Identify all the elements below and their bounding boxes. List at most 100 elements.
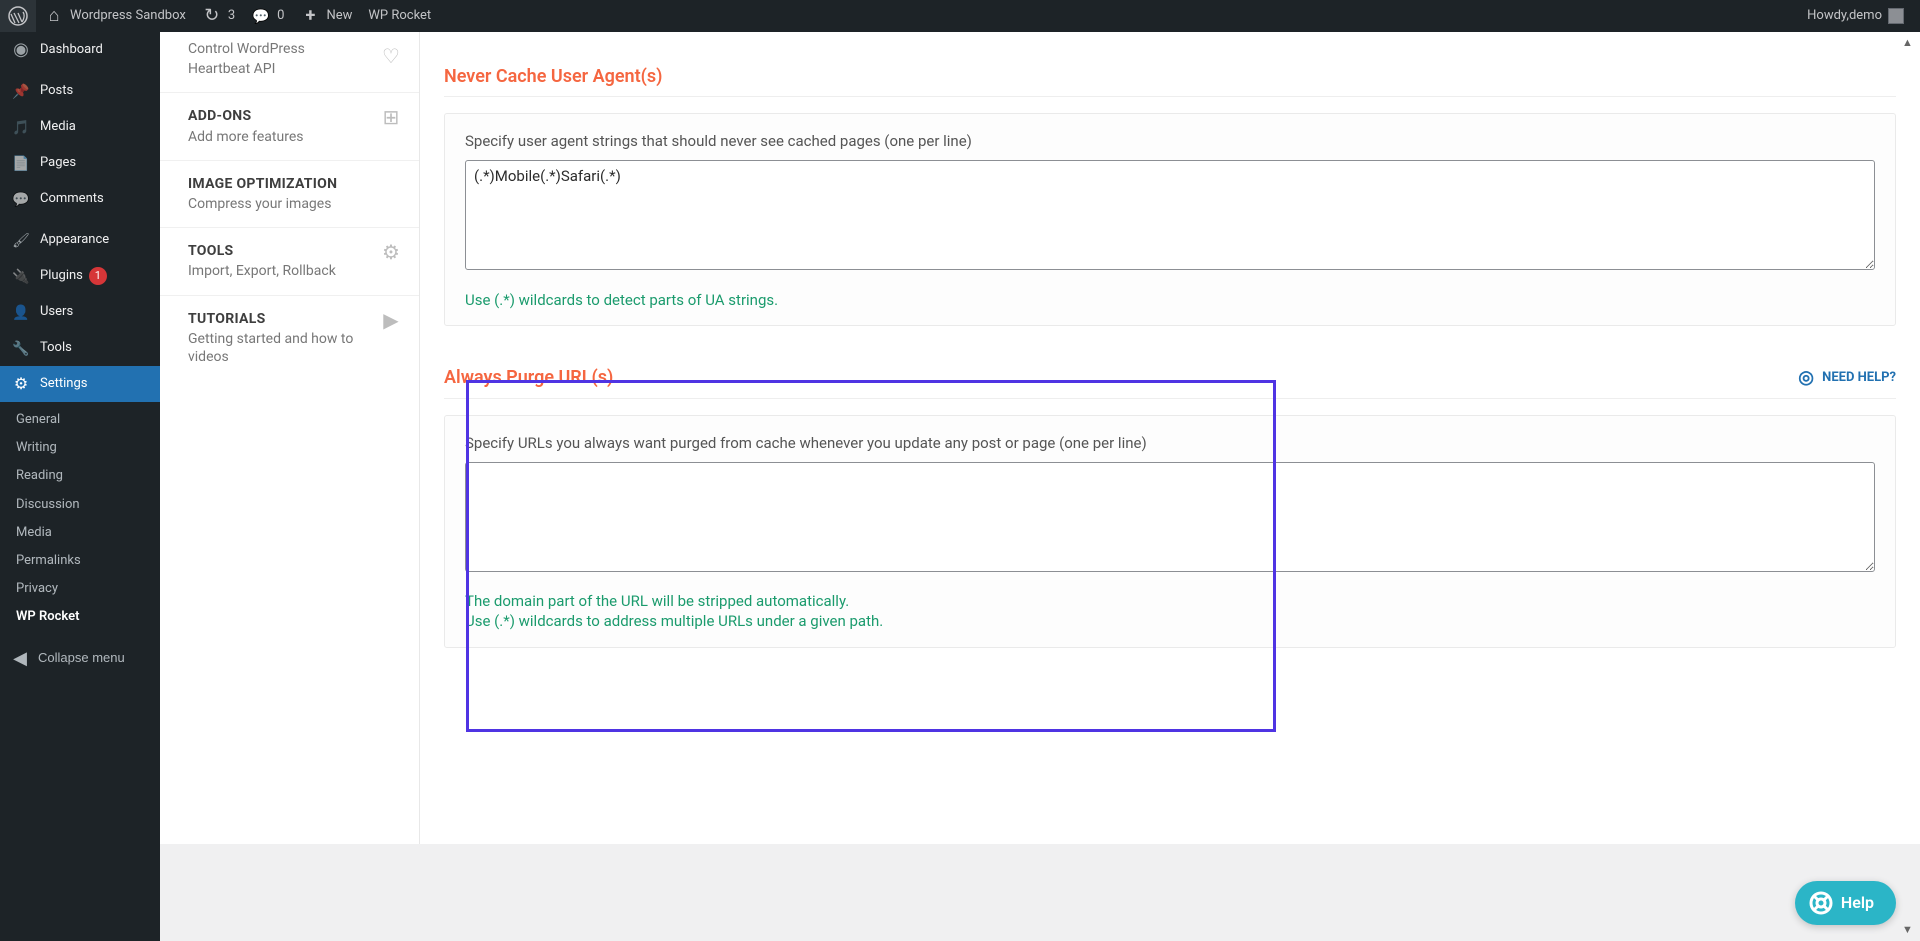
help-circle-icon (1796, 368, 1816, 388)
adminbar-site-link[interactable]: Wordpress Sandbox (36, 0, 194, 32)
wpr-tab-desc2: Heartbeat API (188, 60, 373, 78)
submenu-permalinks[interactable]: Permalinks (0, 547, 160, 575)
adminbar-site-title: Wordpress Sandbox (70, 7, 186, 25)
section-never-cache-ua: Never Cache User Agent(s) Specify user a… (444, 62, 1896, 326)
submenu-discussion[interactable]: Discussion (0, 491, 160, 519)
section-heading-ua-label: Never Cache User Agent(s) (444, 68, 662, 86)
purge-textarea[interactable] (465, 462, 1875, 572)
tools-icon (10, 338, 32, 358)
submenu-privacy[interactable]: Privacy (0, 575, 160, 603)
menu-appearance[interactable]: Appearance (0, 222, 160, 258)
need-help-label: NEED HELP? (1822, 369, 1896, 387)
wpr-tab-desc: Compress your images (188, 195, 373, 213)
menu-tools-label: Tools (40, 339, 72, 357)
video-icon (381, 310, 401, 330)
wpr-tab-desc: Add more features (188, 128, 373, 146)
menu-media-label: Media (40, 118, 76, 136)
gear-icon (381, 242, 401, 262)
menu-appearance-label: Appearance (40, 231, 109, 249)
field-block-ua: Specify user agent strings that should n… (444, 113, 1896, 326)
home-icon (44, 6, 64, 26)
submenu-media[interactable]: Media (0, 519, 160, 547)
menu-tools[interactable]: Tools (0, 330, 160, 366)
help-floating-button[interactable]: Help (1795, 881, 1896, 925)
menu-settings[interactable]: Settings (0, 366, 160, 402)
wordpress-logo-icon (8, 6, 28, 26)
purge-field-label: Specify URLs you always want purged from… (465, 434, 1875, 452)
section-always-purge: Always Purge URL(s) NEED HELP? Specify U… (444, 362, 1896, 648)
adminbar-wprocket-label: WP Rocket (368, 7, 431, 25)
field-block-purge: Specify URLs you always want purged from… (444, 415, 1896, 648)
menu-users[interactable]: Users (0, 294, 160, 330)
wpr-tab-addons[interactable]: ADD-ONS Add more features (160, 93, 419, 160)
life-ring-icon (1809, 891, 1833, 915)
avatar (1888, 8, 1904, 24)
comments-icon (10, 189, 32, 209)
menu-posts[interactable]: Posts (0, 73, 160, 109)
adminbar-howdy-prefix: Howdy, (1807, 7, 1849, 25)
wprocket-main: Never Cache User Agent(s) Specify user a… (420, 32, 1920, 844)
adminbar-updates-count: 3 (228, 7, 235, 25)
collapse-icon (10, 648, 30, 668)
wpr-tab-title: TUTORIALS (188, 310, 373, 328)
submenu-reading[interactable]: Reading (0, 462, 160, 490)
appearance-icon (10, 230, 32, 250)
section-heading-purge: Always Purge URL(s) NEED HELP? (444, 362, 1896, 399)
refresh-icon (202, 6, 222, 26)
collapse-menu-button[interactable]: Collapse menu (0, 640, 160, 676)
submenu-general[interactable]: General (0, 406, 160, 434)
submenu-writing[interactable]: Writing (0, 434, 160, 462)
menu-dashboard-label: Dashboard (40, 41, 103, 59)
wpr-tab-title: TOOLS (188, 242, 373, 260)
wpr-tab-tools[interactable]: TOOLS Import, Export, Rollback (160, 228, 419, 295)
users-icon (10, 302, 32, 322)
menu-media[interactable]: Media (0, 109, 160, 145)
menu-pages[interactable]: Pages (0, 145, 160, 181)
media-icon (10, 117, 32, 137)
content-scroll-viewport[interactable]: Control WordPress Heartbeat API ADD-ONS … (160, 32, 1920, 941)
menu-plugins[interactable]: Plugins 1 (0, 258, 160, 294)
dashboard-icon (10, 40, 32, 60)
section-heading-ua: Never Cache User Agent(s) (444, 62, 1896, 97)
plugins-icon (10, 266, 32, 286)
adminbar-wp-logo[interactable] (0, 0, 36, 32)
wpr-tab-tutorials[interactable]: TUTORIALS Getting started and how to vid… (160, 296, 419, 381)
purge-hint-2: Use (.*) wildcards to address multiple U… (465, 612, 1875, 630)
comment-icon (251, 6, 271, 26)
ua-textarea[interactable] (465, 160, 1875, 270)
menu-plugins-badge: 1 (89, 267, 107, 285)
wpr-tab-heartbeat[interactable]: Control WordPress Heartbeat API (160, 32, 419, 93)
adminbar-updates[interactable]: 3 (194, 0, 243, 32)
ua-field-label: Specify user agent strings that should n… (465, 132, 1875, 150)
menu-dashboard[interactable]: Dashboard (0, 32, 160, 68)
menu-pages-label: Pages (40, 154, 76, 172)
menu-settings-submenu: General Writing Reading Discussion Media… (0, 402, 160, 640)
submenu-wp-rocket[interactable]: WP Rocket (0, 603, 160, 631)
menu-plugins-label: Plugins (40, 267, 83, 285)
menu-comments[interactable]: Comments (0, 181, 160, 217)
menu-settings-label: Settings (40, 375, 87, 393)
wprocket-sidebar: Control WordPress Heartbeat API ADD-ONS … (160, 32, 420, 844)
collapse-menu-label: Collapse menu (38, 650, 125, 665)
heart-icon (381, 46, 401, 66)
purge-hint-1: The domain part of the URL will be strip… (465, 592, 1875, 610)
plus-icon (300, 6, 320, 26)
wpr-tab-desc: Import, Export, Rollback (188, 262, 373, 280)
settings-icon (10, 374, 32, 394)
adminbar-howdy-user: demo (1849, 7, 1882, 25)
pages-icon (10, 153, 32, 173)
menu-posts-label: Posts (40, 82, 73, 100)
adminbar-comments[interactable]: 0 (243, 0, 292, 32)
admin-menu: Dashboard Posts Media Pages Comments App… (0, 32, 160, 941)
scrollbar-up-icon: ▲ (1902, 34, 1918, 52)
scrollbar-down-icon: ▼ (1902, 921, 1918, 939)
wp-admin-bar: Wordpress Sandbox 3 0 New WP Rocket Howd… (0, 0, 1920, 32)
adminbar-new[interactable]: New (292, 0, 360, 32)
wpr-tab-image-optimization[interactable]: IMAGE OPTIMIZATION Compress your images (160, 161, 419, 228)
wpr-tab-desc: Getting started and how to videos (188, 330, 373, 366)
need-help-link[interactable]: NEED HELP? (1796, 368, 1896, 388)
menu-users-label: Users (40, 303, 73, 321)
adminbar-wprocket[interactable]: WP Rocket (360, 0, 439, 32)
adminbar-account[interactable]: Howdy, demo (1799, 0, 1912, 32)
menu-comments-label: Comments (40, 190, 104, 208)
